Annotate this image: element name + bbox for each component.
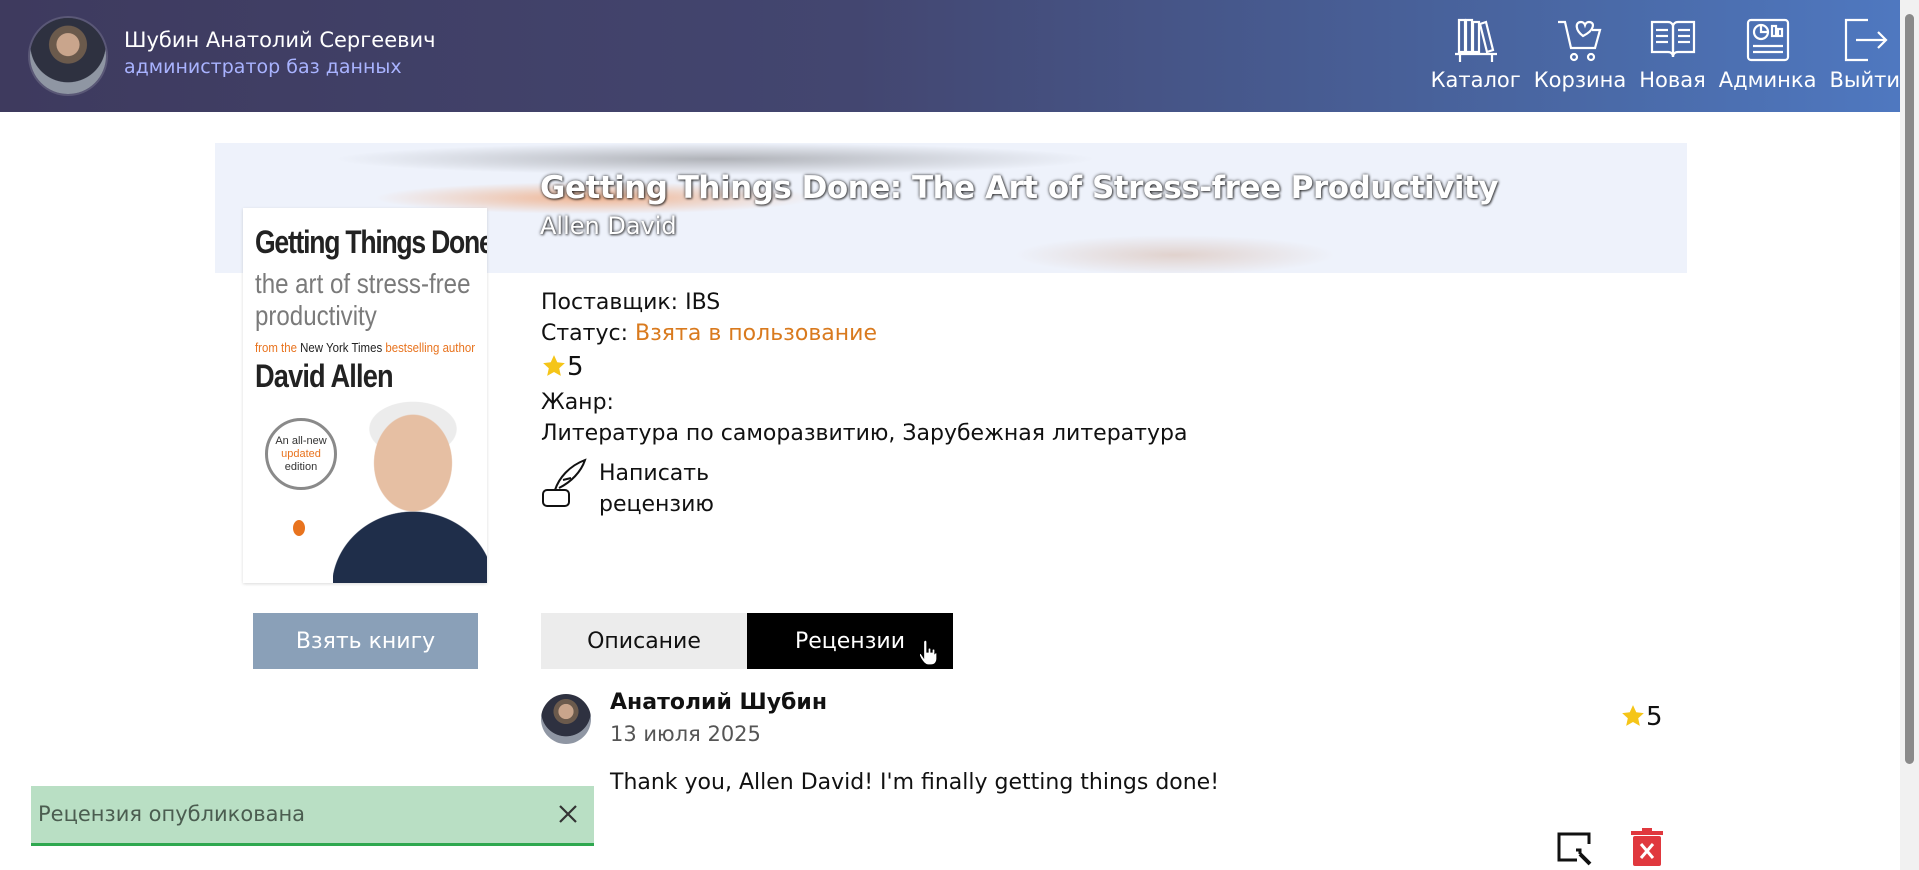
badge-line2: updated	[281, 448, 321, 460]
cover-subtitle-line1: the art of stress-free	[255, 268, 471, 299]
star-icon	[543, 355, 565, 376]
supplier-value: IBS	[685, 290, 721, 315]
nav-logout[interactable]: Выйти	[1829, 16, 1900, 106]
star-icon	[1622, 705, 1644, 726]
reviewer-avatar	[541, 694, 591, 744]
cover-tagline: from the New York Times bestselling auth…	[255, 340, 475, 355]
cart-heart-icon	[1558, 20, 1602, 62]
write-review-line1: Написать	[599, 461, 710, 486]
nav-cart[interactable]: Корзина	[1533, 16, 1627, 106]
status-label: Статус:	[541, 321, 629, 346]
review-text: Thank you, Allen David! I'm finally gett…	[610, 770, 1220, 795]
cover-title: Getting Things Done	[255, 224, 487, 260]
nav-new[interactable]: Новая	[1639, 16, 1706, 106]
cover-subtitle: the art of stress-free productivity	[255, 268, 470, 332]
cover-subtitle-line2: productivity	[255, 300, 377, 331]
nav-logout-label: Выйти	[1829, 68, 1900, 92]
open-book-icon	[1650, 20, 1695, 58]
review-rating-value: 5	[1646, 702, 1663, 732]
delete-review-icon[interactable]	[1631, 828, 1663, 866]
nav-cart-label: Корзина	[1533, 68, 1627, 92]
cover-tagline-nyt: New York Times	[300, 340, 383, 355]
take-book-button[interactable]: Взять книгу	[253, 613, 478, 669]
publisher-logo	[293, 520, 305, 536]
page-scrollbar[interactable]	[1900, 0, 1919, 870]
nav-admin-label: Админка	[1718, 68, 1817, 92]
supplier-label: Поставщик:	[541, 290, 679, 315]
toast-message: Рецензия опубликована	[38, 802, 306, 826]
close-icon[interactable]	[554, 800, 582, 828]
nav-catalog[interactable]: Каталог	[1431, 16, 1521, 106]
cover-tagline-suffix: bestselling author	[382, 340, 476, 355]
supplier-row: Поставщик: IBS	[541, 290, 720, 315]
review-date: 13 июля 2025	[610, 722, 761, 746]
book-rating: 5	[567, 352, 584, 382]
cover-edition-badge: An all-new updated edition	[265, 418, 337, 490]
user-role: администратор баз данных	[124, 56, 402, 78]
scrollbar-thumb[interactable]	[1905, 14, 1914, 764]
user-avatar[interactable]	[30, 18, 106, 94]
logout-icon	[1844, 18, 1888, 62]
cover-author-photo	[333, 393, 487, 583]
write-review-label: Написать рецензию	[599, 458, 729, 520]
main-nav: Каталог Корзина Новая Админка Выйти	[1418, 16, 1900, 106]
reviewer-name: Анатолий Шубин	[610, 690, 828, 715]
book-cover: Getting Things Done the art of stress-fr…	[243, 208, 487, 583]
nav-catalog-label: Каталог	[1430, 68, 1521, 92]
nav-new-label: Новая	[1639, 68, 1706, 92]
user-name: Шубин Анатолий Сергеевич	[124, 28, 436, 52]
success-toast: Рецензия опубликована	[31, 786, 594, 846]
genre-list: Литература по саморазвитию, Зарубежная л…	[541, 421, 1188, 446]
genre-label: Жанр:	[541, 390, 614, 415]
write-review-button[interactable]: Написать рецензию	[541, 458, 729, 520]
top-header: Шубин Анатолий Сергеевич администратор б…	[0, 0, 1900, 112]
dashboard-icon	[1746, 18, 1789, 62]
bookshelf-icon	[1454, 18, 1497, 62]
cover-author: David Allen	[255, 358, 394, 394]
status-row: Статус: Взята в пользование	[541, 321, 877, 346]
book-title: Getting Things Done: The Art of Stress-f…	[540, 170, 1499, 206]
tab-description[interactable]: Описание	[541, 613, 747, 669]
quill-inkpot-icon	[542, 458, 587, 507]
rating-row: 5	[541, 352, 584, 382]
cover-tagline-prefix: from the	[255, 340, 301, 355]
edit-review-icon[interactable]	[1556, 830, 1594, 866]
hand-cursor-icon	[920, 639, 938, 666]
nav-admin[interactable]: Админка	[1718, 16, 1817, 106]
badge-line1: An all-new	[275, 435, 327, 447]
status-value: Взята в пользование	[635, 321, 877, 346]
review-rating: 5	[1620, 702, 1663, 732]
badge-line3: edition	[284, 461, 318, 473]
write-review-line2: рецензию	[599, 492, 714, 517]
book-tabs: Описание Рецензии	[541, 613, 953, 669]
book-author: Allen David	[540, 212, 677, 240]
